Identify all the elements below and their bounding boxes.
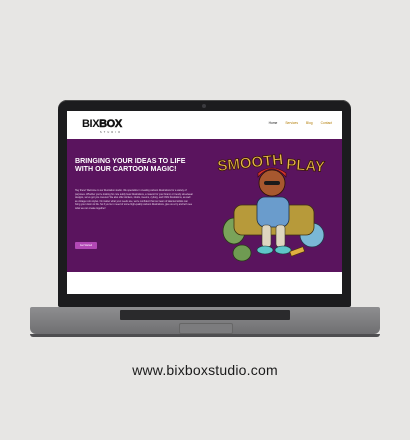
character-shoe-right — [274, 245, 292, 255]
logo-text-box: BOX — [99, 118, 123, 130]
nav-item-home[interactable]: Home — [269, 121, 278, 125]
laptop-lid: BIX BOX STUDIO Home Services Blog Contac… — [58, 100, 351, 307]
keyboard — [120, 310, 290, 320]
laptop-screen: BIX BOX STUDIO Home Services Blog Contac… — [67, 111, 342, 294]
character-leg-left — [261, 224, 272, 248]
money-bag-small — [232, 244, 252, 262]
laptop-base — [30, 307, 380, 334]
nav-item-contact[interactable]: Contact — [321, 121, 332, 125]
camera-icon — [202, 104, 206, 108]
hero-description: Hey there! Welcome to our illustration s… — [75, 189, 193, 210]
site-navbar: BIX BOX STUDIO Home Services Blog Contac… — [67, 111, 342, 140]
trackpad — [179, 323, 233, 334]
hero-illustration: SMOOTH PLAY — [216, 151, 326, 262]
website-url-caption: www.bixboxstudio.com — [132, 362, 278, 378]
character-body — [256, 196, 290, 228]
nav-menu: Home Services Blog Contact — [269, 121, 332, 125]
page-footer-area — [67, 272, 342, 294]
character-shoe-left — [256, 245, 274, 255]
logo-subtitle: STUDIO — [100, 131, 123, 134]
site-logo[interactable]: BIX BOX — [82, 118, 123, 130]
hero-section: BRINGING YOUR IDEAS TO LIFE WITH OUR CAR… — [67, 139, 342, 272]
art-text-play: PLAY — [286, 156, 326, 176]
hero-title: BRINGING YOUR IDEAS TO LIFE WITH OUR CAR… — [75, 157, 186, 174]
gold-bar — [289, 246, 305, 257]
nav-item-services[interactable]: Services — [285, 121, 298, 125]
character-leg-right — [275, 224, 286, 248]
get-started-button[interactable]: Get Started — [75, 242, 97, 249]
laptop-base-lip — [30, 334, 380, 337]
character-glasses — [264, 181, 280, 185]
logo-text-bix: BIX — [82, 118, 100, 130]
nav-item-blog[interactable]: Blog — [306, 121, 313, 125]
